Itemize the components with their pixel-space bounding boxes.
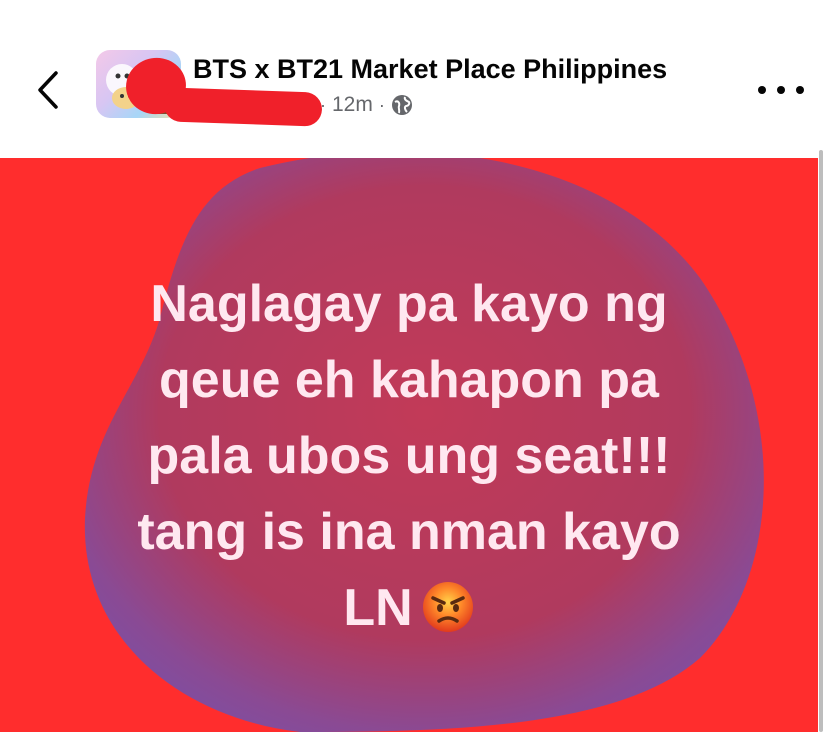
globe-icon [391, 95, 412, 115]
post-text-line: tang is ina nman kayo [137, 503, 681, 561]
more-dot [796, 86, 804, 94]
meta-separator: · [378, 94, 385, 115]
post-view-screen: BTS x BT21 Market Place Philippines · 12… [0, 0, 827, 747]
scrollbar-thumb[interactable] [819, 150, 823, 732]
post-text-line: LN [343, 579, 413, 637]
post-background-card: Naglagay pa kayo ng qeue eh kahapon pa p… [0, 158, 818, 732]
post-time[interactable]: 12m [332, 93, 373, 117]
post-text-line: Naglagay pa kayo ng [150, 275, 668, 333]
angry-face-emoji [422, 582, 473, 633]
more-dot [758, 86, 766, 94]
post-header: BTS x BT21 Market Place Philippines · 12… [0, 0, 827, 158]
post-text-line: pala ubos ung seat!!! [147, 427, 671, 485]
group-name[interactable]: BTS x BT21 Market Place Philippines [193, 54, 667, 85]
meta-separator: · [320, 94, 326, 115]
post-text: Naglagay pa kayo ng qeue eh kahapon pa p… [40, 266, 778, 646]
more-dot [777, 86, 785, 94]
more-options-button[interactable] [758, 78, 804, 102]
bottom-strip [0, 732, 827, 747]
back-button[interactable] [28, 66, 68, 114]
post-meta: · 12m · [320, 92, 413, 118]
redaction-mark [163, 87, 323, 127]
post-text-last-line: LN [40, 570, 778, 646]
post-text-line: qeue eh kahapon pa [159, 351, 659, 409]
chevron-left-icon [38, 71, 58, 109]
